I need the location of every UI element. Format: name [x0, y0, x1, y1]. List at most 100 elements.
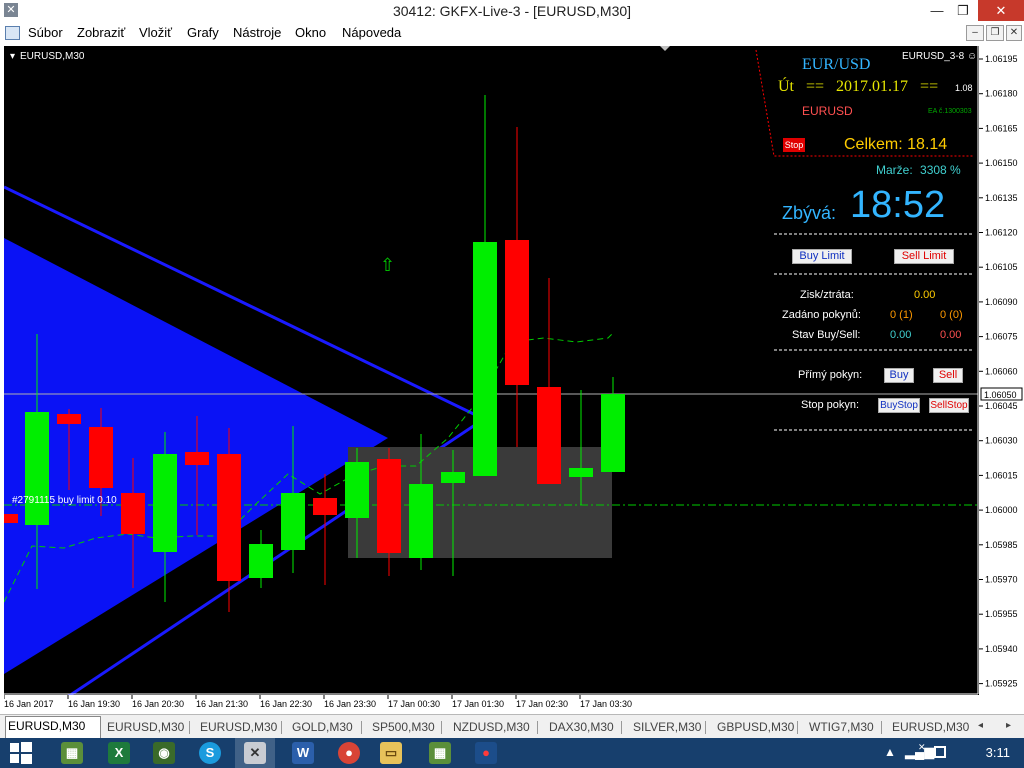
taskbar-clock[interactable]: 3:11 [986, 745, 1010, 760]
candle-bearish [185, 452, 209, 465]
menu-tools[interactable]: Nástroje [233, 25, 281, 40]
file-explorer-icon[interactable]: ▭ [380, 742, 402, 764]
total-value: 18.14 [907, 136, 948, 153]
taskbar-app3-icon[interactable]: ▦ [429, 742, 451, 764]
remaining-value: 18:52 [850, 184, 946, 226]
tab-gbpusd-m30[interactable]: GBPUSD,M30 [715, 718, 796, 736]
tab-separator [621, 721, 622, 734]
sell-stop-button[interactable]: SellStop [929, 398, 969, 413]
tab-sp500-m30[interactable]: SP500,M30 [370, 718, 437, 736]
tab-dax30-m30[interactable]: DAX30,M30 [547, 718, 616, 736]
menu-help[interactable]: Nápoveda [342, 25, 401, 40]
mdi-minimize-button[interactable]: – [966, 25, 984, 41]
panel-pair: EUR/USD [802, 56, 871, 73]
panel-day: Út [778, 78, 794, 95]
windows-start-icon[interactable] [10, 742, 32, 764]
candle-bearish [313, 498, 337, 515]
mdi-restore-button[interactable]: ❐ [986, 25, 1004, 41]
time-tick-label: 17 Jan 00:30 [388, 699, 440, 709]
candle-bullish [25, 412, 49, 525]
remaining-label: Zbývá: [782, 203, 837, 223]
candle-bullish [569, 468, 593, 477]
chart-menu-icon[interactable]: ▾ [10, 51, 15, 62]
price-tick-label: 1.06135 [985, 193, 1018, 203]
margin-label: Marže: [876, 163, 913, 177]
maximize-button[interactable]: ❐ [950, 0, 976, 21]
candle-bullish [345, 462, 369, 518]
tab-gold-m30[interactable]: GOLD,M30 [290, 718, 355, 736]
candle-bearish [505, 240, 529, 385]
time-tick-label: 17 Jan 03:30 [580, 699, 632, 709]
ea-name-text: EURUSD_3-8 [902, 51, 965, 62]
panel-eq-left: == [806, 78, 825, 95]
up-arrow-icon[interactable]: ⇧ [380, 255, 395, 275]
direct-order-label: Přímý pokyn: [798, 369, 863, 381]
candle-bearish [89, 427, 113, 488]
price-tick-label: 1.06195 [985, 54, 1018, 64]
sell-limit-button[interactable]: Sell Limit [894, 249, 954, 264]
tab-eurusd-m30[interactable]: EURUSD,M30 [105, 718, 186, 736]
tab-scroll-right-icon[interactable]: ▸ [1006, 720, 1011, 731]
candle-bullish [473, 242, 497, 476]
stop-order-label: Stop pokyn: [801, 399, 860, 411]
stop-button[interactable]: Stop [783, 138, 805, 152]
candle-bearish [537, 387, 561, 484]
taskbar: ▦ X ◉ S ✕ W ● ▭ ▦ ● ▲ ▂▄▆ ✕ 3:11 [0, 738, 1024, 768]
menu-view[interactable]: Zobraziť [77, 25, 125, 40]
tab-eurusd-m30-active[interactable]: EURUSD,M30 [5, 716, 101, 738]
sell-button[interactable]: Sell [933, 368, 963, 383]
time-tick-label: 16 Jan 22:30 [260, 699, 312, 709]
chrome-icon[interactable]: ● [338, 742, 360, 764]
taskbar-app-icon[interactable]: ▦ [61, 742, 83, 764]
chart-window-icon [5, 26, 20, 40]
word-icon[interactable]: W [292, 742, 314, 764]
tab-eurusd-m30[interactable]: EURUSD,M30 [890, 718, 971, 736]
taskbar-app2-icon[interactable]: ◉ [153, 742, 175, 764]
menu-insert[interactable]: Vložiť [139, 25, 172, 40]
tab-separator [537, 721, 538, 734]
buy-limit-button[interactable]: Buy Limit [792, 249, 852, 264]
metatrader-icon[interactable]: ✕ [244, 742, 266, 764]
pl-value: 0.00 [914, 289, 936, 301]
taskbar-app4-icon[interactable]: ● [475, 742, 497, 764]
tray-expand-icon[interactable]: ▲ [884, 745, 896, 759]
tab-wtig7-m30[interactable]: WTIG7,M30 [807, 718, 876, 736]
close-button[interactable]: ✕ [978, 0, 1024, 21]
tab-scroll-left-icon[interactable]: ◂ [978, 720, 983, 731]
menu-file[interactable]: Súbor [28, 25, 63, 40]
mdi-close-button[interactable]: ✕ [1006, 25, 1022, 41]
menu-charts[interactable]: Grafy [187, 25, 219, 40]
buy-stop-button[interactable]: BuyStop [878, 398, 920, 413]
menu-window[interactable]: Okno [295, 25, 326, 40]
excel-icon[interactable]: X [108, 742, 130, 764]
shift-marker-icon[interactable] [660, 46, 670, 51]
candle-bullish [153, 454, 177, 552]
margin-value: 3308 % [920, 163, 961, 177]
price-tick-label: 1.06120 [985, 228, 1018, 238]
candle-bearish [217, 454, 241, 581]
tab-nzdusd-m30[interactable]: NZDUSD,M30 [451, 718, 532, 736]
time-tick-label: 16 Jan 20:30 [132, 699, 184, 709]
battery-icon[interactable] [934, 746, 946, 758]
tab-silver-m30[interactable]: SILVER,M30 [631, 718, 703, 736]
panel-eq-right: == [920, 78, 939, 95]
price-tick-label: 1.06060 [985, 366, 1018, 376]
skype-icon[interactable]: S [199, 742, 221, 764]
price-tick-label: 1.06075 [985, 332, 1018, 342]
buy-button[interactable]: Buy [884, 368, 914, 383]
ea-name-label: EURUSD_3-8 ☺ [902, 51, 977, 62]
chart-window[interactable]: ⇧ ▾ EURUSD,M30 #2791115 buy limit 0.10 1… [4, 46, 1024, 714]
candle-bullish [409, 484, 433, 558]
minimize-button[interactable]: — [922, 0, 952, 21]
tab-separator [797, 721, 798, 734]
time-tick-label: 17 Jan 02:30 [516, 699, 568, 709]
price-tick-label: 1.05940 [985, 644, 1018, 654]
price-tick-label: 1.06150 [985, 158, 1018, 168]
time-tick-label: 16 Jan 19:30 [68, 699, 120, 709]
candle-bullish [441, 472, 465, 483]
price-tick-label: 1.06045 [985, 401, 1018, 411]
tab-eurusd-m30[interactable]: EURUSD,M30 [198, 718, 279, 736]
price-tick-label: 1.06090 [985, 297, 1018, 307]
tab-separator [361, 721, 362, 734]
tab-separator [881, 721, 882, 734]
